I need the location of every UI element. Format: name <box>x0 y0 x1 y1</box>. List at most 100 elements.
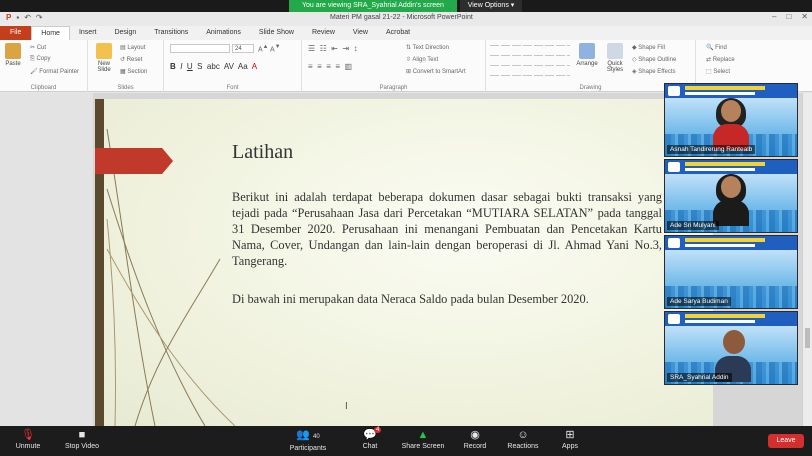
slide-thumbnail-pane[interactable] <box>0 93 93 426</box>
quick-styles-button[interactable]: Quick Styles <box>602 43 628 73</box>
tab-animations[interactable]: Animations <box>197 26 250 40</box>
shape-effects-button[interactable]: ◈ Shape Effects <box>632 68 676 75</box>
smartart-button[interactable]: ⊞ Convert to SmartArt <box>406 68 466 75</box>
participants-label: Participants <box>289 445 327 452</box>
microphone-muted-icon: 🎙 <box>21 429 35 441</box>
format-painter-label: Format Painter <box>39 69 79 75</box>
find-button[interactable]: 🔍 Find <box>706 44 727 51</box>
participant-tile[interactable]: Ade Sri Mulyani <box>664 159 798 233</box>
list-buttons[interactable]: ☰ ☷ ⇤ ⇥ ↕ <box>308 44 358 53</box>
reactions-button[interactable]: ☺ Reactions <box>504 429 542 450</box>
align-buttons[interactable]: ≡ ≡ ≡ ≡ ▥ <box>308 62 352 71</box>
tile-banner <box>665 312 797 326</box>
replace-label: Replace <box>712 57 735 63</box>
save-icon[interactable]: ▪ <box>16 13 19 22</box>
select-button[interactable]: ⬚ Select <box>706 68 730 75</box>
tile-banner <box>665 84 797 98</box>
tab-file[interactable]: File <box>0 26 32 40</box>
paragraph-group: ☰ ☷ ⇤ ⇥ ↕ ≡ ≡ ≡ ≡ ▥ ⇅ Text Direction ⇳ A… <box>302 40 486 92</box>
font-format-buttons[interactable]: B I U S abc AV Aa A <box>170 62 257 71</box>
participant-video-strip: Asnah Tandirerung Rantealb Ade Sri Mulya… <box>664 83 798 388</box>
participant-tile[interactable]: SRA_Syahrial Addin <box>664 311 798 385</box>
vertical-scrollbar[interactable] <box>802 93 812 426</box>
paragraph-group-label: Paragraph <box>379 85 408 91</box>
format-painter-button[interactable]: 🖌 Format Painter <box>30 68 79 75</box>
stop-video-label: Stop Video <box>64 443 100 450</box>
quick-styles-label: Quick Styles <box>606 61 624 73</box>
record-button[interactable]: ◉ Record <box>460 429 490 450</box>
participant-tile[interactable]: Ade Sarya Budiman <box>664 235 798 309</box>
participant-tile[interactable]: Asnah Tandirerung Rantealb <box>664 83 798 157</box>
share-screen-button[interactable]: ▲ Share Screen <box>400 429 446 450</box>
font-size-box[interactable]: 24 <box>232 44 254 53</box>
clipboard-group-label: Clipboard <box>30 85 57 91</box>
minimize-icon[interactable]: – <box>772 12 776 21</box>
cut-button[interactable]: ✂ Cut <box>30 44 46 51</box>
section-label: Section <box>127 69 148 75</box>
new-slide-icon <box>96 43 112 59</box>
participants-button[interactable]: 👥 40 Participants <box>286 429 330 452</box>
paste-button[interactable]: Paste <box>3 43 23 67</box>
maximize-icon[interactable]: □ <box>786 12 791 21</box>
arrange-button[interactable]: Arrange <box>574 43 600 67</box>
tab-review[interactable]: Review <box>303 26 344 40</box>
participants-icon: 👥 40 <box>296 429 320 441</box>
undo-icon[interactable]: ↶ <box>24 13 31 22</box>
apps-icon: ⊞ <box>565 429 575 441</box>
slide-paragraph-2: Di bawah ini merupakan data Neraca Saldo… <box>232 292 589 306</box>
copy-button[interactable]: ⎘ Copy <box>30 56 50 63</box>
unmute-button[interactable]: 🎙 Unmute <box>10 429 46 450</box>
unmute-label: Unmute <box>15 443 41 450</box>
shape-fill-button[interactable]: ◆ Shape Fill <box>632 44 665 51</box>
window-title: Materi PM gasal 21-22 - Microsoft PowerP… <box>330 14 473 21</box>
tab-slide-show[interactable]: Slide Show <box>250 26 303 40</box>
slide-body[interactable]: Berikut ini adalah terdapat beberapa dok… <box>232 173 662 329</box>
apps-button[interactable]: ⊞ Apps <box>556 429 584 450</box>
quick-styles-icon <box>607 43 623 59</box>
school-logo-icon <box>668 238 680 248</box>
chat-label: Chat <box>362 443 378 450</box>
window-controls: – □ ✕ <box>772 12 808 21</box>
layout-label: Layout <box>127 45 146 51</box>
share-screen-label: Share Screen <box>401 443 445 450</box>
tile-banner <box>665 236 797 250</box>
cut-label: Cut <box>36 45 47 51</box>
view-options-button[interactable]: View Options ▾ <box>460 0 522 12</box>
tile-banner <box>665 160 797 174</box>
tab-insert[interactable]: Insert <box>70 26 106 40</box>
shape-outline-button[interactable]: ◇ Shape Outline <box>632 56 676 63</box>
slide[interactable]: Latihan Berikut ini adalah terdapat bebe… <box>95 99 713 426</box>
new-slide-button[interactable]: New Slide <box>92 43 116 73</box>
chat-button[interactable]: 💬 4 Chat <box>356 427 384 450</box>
ribbon-tabs: File Home Insert Design Transitions Anim… <box>0 26 812 40</box>
font-name-box[interactable] <box>170 44 230 53</box>
slides-group: New Slide ▤ Layout ↺ Reset ▦ Section Sli… <box>88 40 164 92</box>
slide-title[interactable]: Latihan <box>232 141 293 164</box>
grow-font-icon[interactable]: A▲ A▼ <box>258 44 280 53</box>
record-icon: ◉ <box>470 429 480 441</box>
tab-home[interactable]: Home <box>31 26 70 40</box>
record-label: Record <box>463 443 487 450</box>
tab-view[interactable]: View <box>344 26 377 40</box>
redo-icon[interactable]: ↷ <box>36 13 43 22</box>
section-button[interactable]: ▦ Section <box>120 68 147 75</box>
text-direction-label: Text Direction <box>412 45 449 51</box>
tab-transitions[interactable]: Transitions <box>145 26 197 40</box>
font-group: 24 A▲ A▼ B I U S abc AV Aa A Font <box>164 40 302 92</box>
tab-design[interactable]: Design <box>105 26 145 40</box>
reset-button[interactable]: ↺ Reset <box>120 56 142 63</box>
apps-label: Apps <box>562 443 578 450</box>
close-icon[interactable]: ✕ <box>801 12 808 21</box>
person-face <box>721 100 741 122</box>
align-text-button[interactable]: ⇳ Align Text <box>406 56 438 63</box>
font-group-label: Font <box>226 85 239 91</box>
participant-video <box>713 174 749 226</box>
tab-acrobat[interactable]: Acrobat <box>377 26 419 40</box>
replace-button[interactable]: ⇄ Replace <box>706 56 735 63</box>
scrollbar-thumb[interactable] <box>805 328 810 348</box>
shapes-gallery[interactable] <box>490 44 570 76</box>
leave-button[interactable]: Leave <box>768 434 804 448</box>
text-direction-button[interactable]: ⇅ Text Direction <box>406 44 449 51</box>
stop-video-button[interactable]: ■ Stop Video <box>60 429 104 450</box>
layout-button[interactable]: ▤ Layout <box>120 44 145 51</box>
